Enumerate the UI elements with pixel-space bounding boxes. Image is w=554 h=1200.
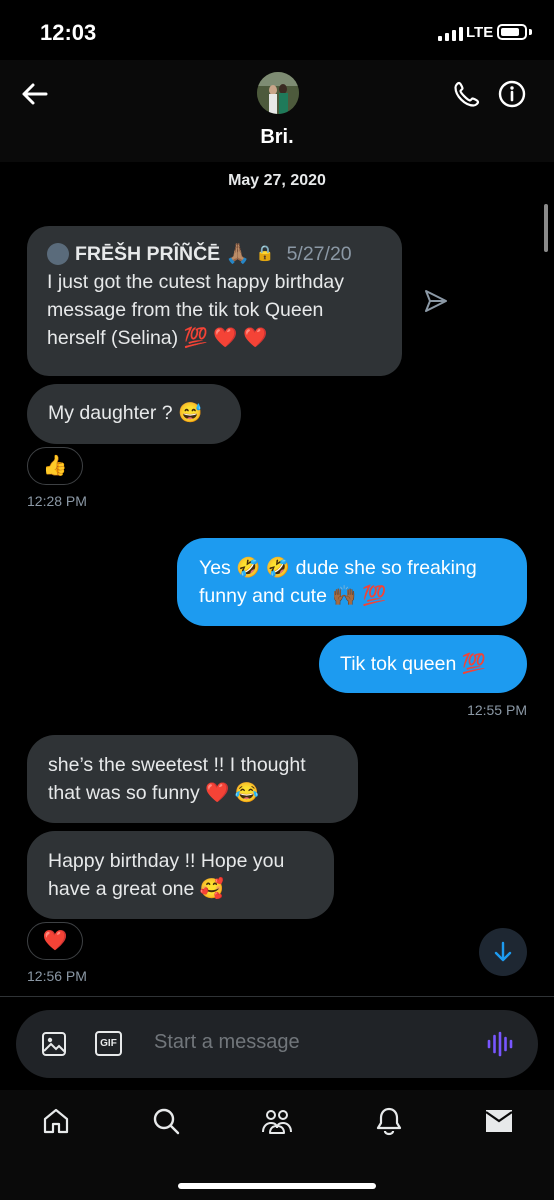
- arrow-down-icon: [494, 941, 512, 962]
- divider: [0, 996, 554, 997]
- date-separator: May 27, 2020: [228, 172, 326, 189]
- home-indicator: [178, 1183, 376, 1189]
- message-bubble[interactable]: My daughter ? 😅: [27, 384, 241, 444]
- message-text-line: she’s the sweetest !! I thought: [48, 754, 306, 776]
- phone-icon[interactable]: [452, 79, 482, 109]
- message-text-line: Yes 🤣 🤣 dude she so freaking: [199, 557, 477, 579]
- tweet-author-avatar: [47, 243, 69, 265]
- message-bubble[interactable]: Tik tok queen 💯: [319, 635, 527, 693]
- message-timestamp: 12:55 PM: [467, 702, 527, 718]
- tweet-date: 5/27/20: [286, 243, 352, 265]
- tweet-author-name: FRĒŠH PRÎÑČĒ 🙏🏽: [75, 243, 250, 265]
- communities-icon[interactable]: [261, 1106, 293, 1136]
- tweet-text-line: herself (Selina) 💯 ❤️ ❤️: [47, 327, 268, 349]
- message-text-line: that was so funny ❤️ 😂: [48, 782, 260, 804]
- network-label: LTE: [466, 24, 494, 41]
- contact-name[interactable]: Bri.: [0, 126, 554, 149]
- lock-icon: 🔒: [255, 245, 275, 262]
- message-text-line: funny and cute 🙌🏾 💯: [199, 585, 387, 607]
- search-icon[interactable]: [151, 1106, 181, 1136]
- status-time: 12:03: [40, 20, 97, 45]
- shared-tweet-bubble[interactable]: FRĒŠH PRÎÑČĒ 🙏🏽 🔒 5/27/20 I just got the…: [27, 226, 402, 376]
- message-text: My daughter ? 😅: [48, 402, 203, 424]
- tweet-text-line: message from the tik tok Queen: [47, 299, 324, 321]
- messages-icon[interactable]: [484, 1108, 514, 1134]
- notifications-icon[interactable]: [374, 1106, 404, 1136]
- message-text: Tik tok queen 💯: [340, 653, 487, 675]
- gif-icon[interactable]: GIF: [95, 1031, 122, 1056]
- avatar[interactable]: [257, 72, 299, 114]
- tweet-text-line: I just got the cutest happy birthday: [47, 271, 345, 293]
- message-input[interactable]: Start a message: [154, 1031, 300, 1054]
- battery-icon: [497, 24, 527, 40]
- battery-tip: [529, 29, 532, 35]
- image-icon[interactable]: [40, 1030, 68, 1058]
- home-icon[interactable]: [41, 1106, 71, 1136]
- message-bubble[interactable]: Happy birthday !! Hope you have a great …: [27, 831, 334, 919]
- back-arrow-icon[interactable]: [18, 78, 50, 110]
- scroll-to-bottom-button[interactable]: [479, 928, 527, 976]
- message-text-line: have a great one 🥰: [48, 878, 225, 900]
- info-icon[interactable]: [497, 79, 527, 109]
- message-timestamp: 12:28 PM: [27, 493, 87, 509]
- message-timestamp: 12:56 PM: [27, 968, 87, 984]
- voice-message-icon[interactable]: [486, 1030, 514, 1058]
- signal-icon: [438, 27, 463, 41]
- reaction-thumbs-up[interactable]: 👍: [27, 447, 83, 485]
- scrollbar[interactable]: [544, 204, 548, 252]
- message-text-line: Happy birthday !! Hope you: [48, 850, 285, 872]
- share-icon[interactable]: [422, 287, 450, 315]
- message-bubble[interactable]: Yes 🤣 🤣 dude she so freaking funny and c…: [177, 538, 527, 626]
- reaction-heart[interactable]: ❤️: [27, 922, 83, 960]
- message-bubble[interactable]: she’s the sweetest !! I thought that was…: [27, 735, 358, 823]
